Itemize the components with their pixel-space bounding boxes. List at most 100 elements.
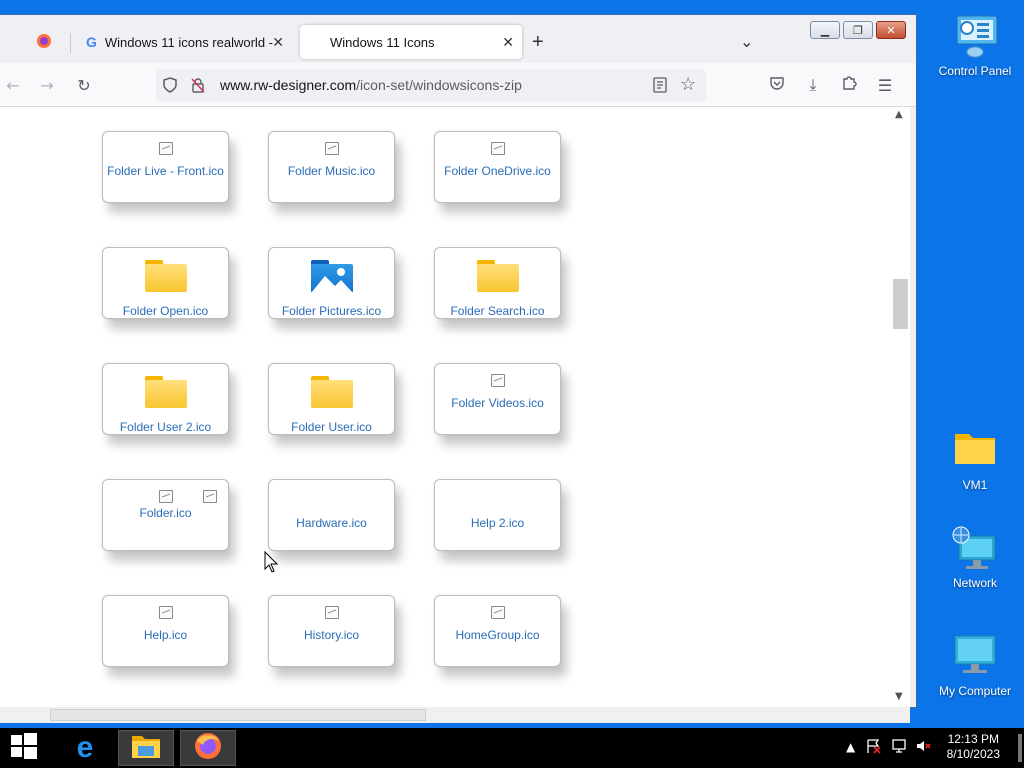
windows-logo-icon (11, 733, 37, 763)
icon-file-name[interactable]: Folder Pictures.ico (269, 304, 394, 318)
close-icon[interactable]: ✕ (502, 34, 514, 51)
nav-toolbar: ← → ↻ www.rw-designer.com/icon-set/windo… (0, 63, 916, 107)
insecure-lock-icon[interactable] (190, 77, 206, 93)
url-text[interactable]: www.rw-designer.com/icon-set/windowsicon… (220, 77, 522, 93)
icon-file-name[interactable]: Folder Search.ico (435, 304, 560, 318)
start-button[interactable] (6, 730, 42, 766)
icon-card[interactable]: Hardware.ico (268, 479, 395, 551)
horizontal-scrollbar[interactable] (0, 707, 910, 723)
mouse-cursor (264, 550, 279, 577)
taskbar-clock[interactable]: 12:13 PM 8/10/2023 (947, 732, 1000, 762)
network-icon (951, 526, 999, 572)
reload-button[interactable]: ↻ (73, 74, 95, 96)
file-explorer-icon (130, 732, 162, 764)
desktop-icon-control-panel[interactable]: Control Panel (932, 14, 1018, 78)
icon-file-name[interactable]: Folder Open.ico (103, 304, 228, 318)
tab-google-search[interactable]: G Windows 11 icons realworld - G ✕ (78, 25, 292, 59)
icon-card[interactable]: Folder User.ico (268, 363, 395, 435)
close-window-button[interactable]: ✕ (876, 21, 906, 39)
puzzle-icon (841, 75, 857, 95)
computer-icon (951, 634, 999, 680)
broken-image-icon (203, 490, 217, 503)
tray-overflow-icon[interactable]: ▲ (846, 740, 855, 754)
network-status-icon[interactable] (891, 738, 907, 757)
taskbar-firefox[interactable] (180, 730, 236, 766)
icon-card[interactable]: Folder User 2.ico (102, 363, 229, 435)
clock-date: 8/10/2023 (946, 747, 1000, 761)
icon-card[interactable]: Folder OneDrive.ico (434, 131, 561, 203)
vertical-scrollbar[interactable]: ▲ ▼ (891, 107, 910, 707)
url-host: www.rw-designer.com (220, 77, 357, 93)
show-desktop-button[interactable] (1018, 734, 1022, 762)
back-button[interactable]: ← (2, 74, 24, 96)
reader-view-icon[interactable] (653, 77, 667, 93)
taskbar: e ▲ 12:13 PM 8/10/2023 (0, 728, 1024, 768)
url-path: /icon-set/windowsicons-zip (356, 77, 522, 93)
icon-file-name[interactable]: Folder User 2.ico (103, 420, 228, 434)
folder-icon (145, 376, 187, 408)
scroll-down-icon[interactable]: ▼ (895, 691, 903, 702)
minimize-button[interactable]: ▁ (810, 21, 840, 39)
close-icon[interactable]: ✕ (272, 34, 284, 51)
icon-file-name[interactable]: Help 2.ico (435, 516, 560, 530)
icon-card[interactable]: Folder Music.ico (268, 131, 395, 203)
desktop-icon-network[interactable]: Network (932, 526, 1018, 590)
icon-card[interactable]: Folder Live - Front.ico (102, 131, 229, 203)
icon-card[interactable]: History.ico (268, 595, 395, 667)
scroll-up-icon[interactable]: ▲ (895, 109, 903, 120)
scrollbar-thumb[interactable] (50, 709, 426, 721)
pocket-button[interactable] (766, 74, 788, 96)
icon-card[interactable]: Help 2.ico (434, 479, 561, 551)
downloads-button[interactable]: ⤓ (802, 74, 824, 96)
new-tab-button[interactable]: + (532, 25, 554, 59)
icon-file-name[interactable]: Hardware.ico (269, 516, 394, 530)
icon-card[interactable]: Folder Pictures.ico (268, 247, 395, 319)
extensions-button[interactable] (838, 74, 860, 96)
tab-title: Windows 11 Icons (330, 34, 435, 50)
reload-icon: ↻ (77, 75, 91, 95)
url-bar[interactable]: www.rw-designer.com/icon-set/windowsicon… (156, 69, 706, 101)
flag-icon[interactable] (866, 738, 882, 757)
tab-list-button[interactable]: ⌄ (740, 25, 758, 59)
desktop-icon-my-computer[interactable]: My Computer (932, 634, 1018, 698)
icon-file-name[interactable]: Folder OneDrive.ico (435, 164, 560, 178)
icon-file-name[interactable]: Folder Live - Front.ico (103, 164, 228, 178)
icon-file-name[interactable]: History.ico (269, 628, 394, 642)
scrollbar-thumb[interactable] (893, 279, 908, 329)
taskbar-edge[interactable]: e (66, 730, 104, 766)
desktop-icon-label: Control Panel (938, 64, 1012, 78)
bookmark-star-icon[interactable]: ☆ (680, 74, 696, 95)
icon-file-name[interactable]: Folder.ico (103, 506, 228, 520)
broken-image-icon (491, 374, 505, 387)
icon-card[interactable]: Help.ico (102, 595, 229, 667)
volume-muted-icon[interactable] (915, 738, 931, 757)
browser-window: G Windows 11 icons realworld - G ✕ Windo… (0, 14, 917, 723)
shield-icon[interactable] (162, 77, 178, 93)
broken-image-icon (159, 606, 173, 619)
tab-windows-11-icons[interactable]: Windows 11 Icons ✕ (300, 25, 522, 59)
maximize-button[interactable]: ❐ (843, 21, 873, 39)
menu-button[interactable]: ☰ (874, 74, 896, 96)
tab-firefox-pinned[interactable] (36, 25, 64, 59)
desktop-icon-vm1[interactable]: VM1 (932, 428, 1018, 492)
desktop-icon-label: Network (952, 576, 997, 590)
taskbar-file-explorer[interactable] (118, 730, 174, 766)
firefox-icon (36, 33, 52, 52)
icon-file-name[interactable]: Folder Music.ico (269, 164, 394, 178)
icon-card[interactable]: HomeGroup.ico (434, 595, 561, 667)
broken-image-icon (159, 142, 173, 155)
minimize-icon: ▁ (820, 23, 830, 37)
tab-strip: G Windows 11 icons realworld - G ✕ Windo… (0, 15, 916, 63)
icon-card[interactable]: Folder Videos.ico (434, 363, 561, 435)
icon-file-name[interactable]: HomeGroup.ico (435, 628, 560, 642)
icon-file-name[interactable]: Help.ico (103, 628, 228, 642)
icon-file-name[interactable]: Folder User.ico (269, 420, 394, 434)
icon-card[interactable]: Folder.ico (102, 479, 229, 551)
edge-icon: e (76, 731, 94, 764)
icon-card[interactable]: Folder Search.ico (434, 247, 561, 319)
icon-file-name[interactable]: Folder Videos.ico (435, 396, 560, 410)
icon-card[interactable]: Folder Open.ico (102, 247, 229, 319)
pictures-folder-icon (311, 260, 353, 293)
forward-button[interactable]: → (36, 74, 58, 96)
tab-title: Windows 11 icons realworld - G (104, 34, 273, 50)
